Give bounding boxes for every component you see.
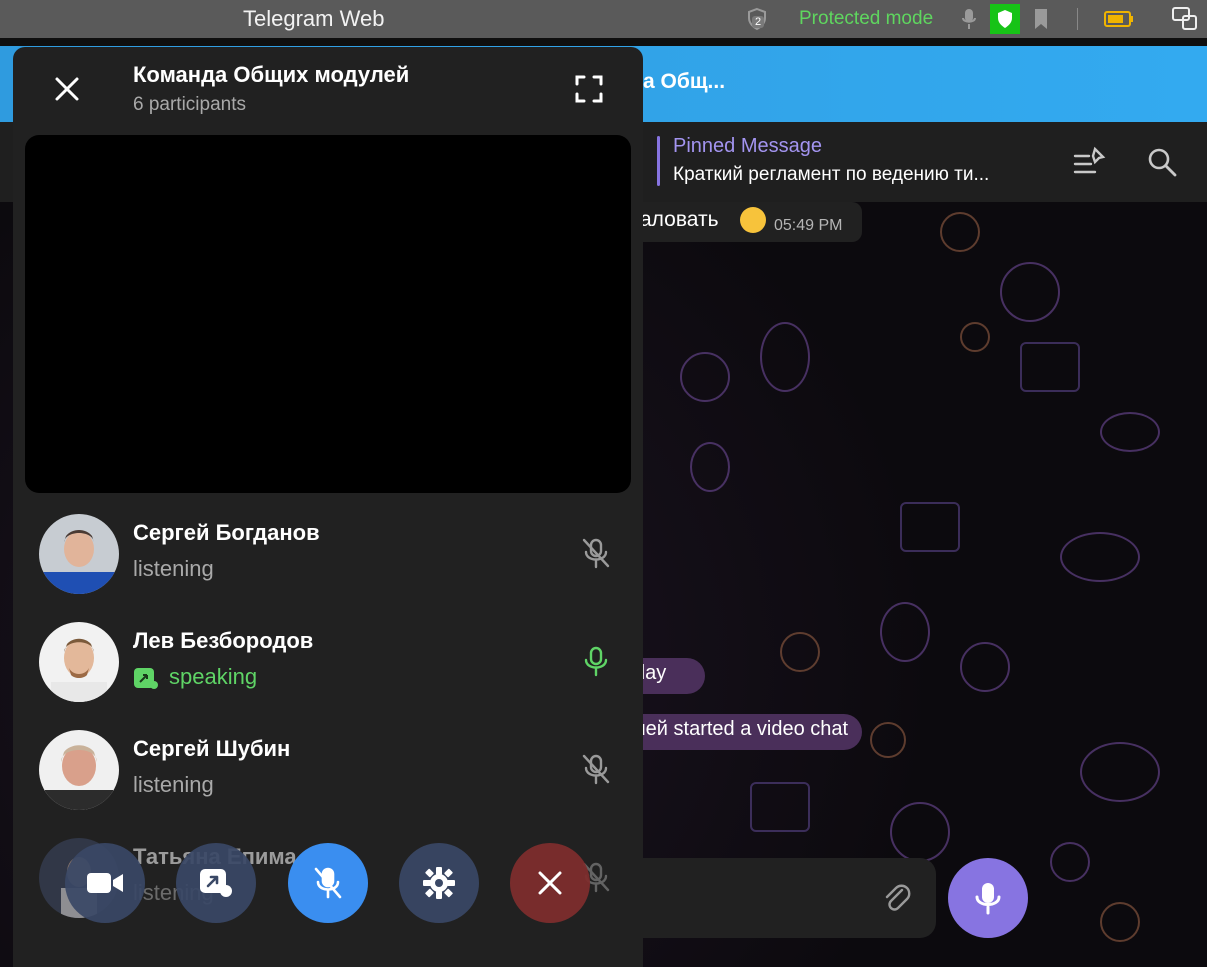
mute-button[interactable] [288, 843, 368, 923]
toolbar-divider [1077, 8, 1078, 30]
protected-mode-label[interactable]: Protected mode [799, 8, 933, 30]
participant-status: speaking [169, 664, 258, 689]
wallpaper-doodle [1020, 342, 1080, 392]
smile-emoji-icon [740, 207, 766, 233]
wallpaper-doodle [890, 802, 950, 862]
record-voice-button[interactable] [948, 858, 1028, 938]
group-call-panel: Команда Общих модулей 6 participants Сер… [13, 47, 643, 967]
participant-row[interactable]: Сергей Шубин listening [13, 716, 643, 820]
app-menu-icon[interactable] [1170, 4, 1200, 34]
wallpaper-doodle [1100, 412, 1160, 452]
screen-share-icon [200, 869, 232, 897]
pinned-text: Краткий регламент по ведению ти... [673, 164, 990, 185]
message-bubble[interactable]: аловать 05:49 PM [620, 202, 862, 242]
extension-badge: 2 [752, 16, 765, 28]
search-icon[interactable] [1144, 144, 1180, 180]
wallpaper-doodle [750, 782, 810, 832]
video-camera-icon [87, 873, 123, 893]
mic-off-icon [314, 867, 342, 899]
message-time: 05:49 PM [774, 217, 843, 234]
screen: Telegram Web 2 Protected mode а Общ... P… [0, 0, 1207, 967]
wallpaper-doodle [900, 502, 960, 552]
window-title: Telegram Web [243, 6, 385, 31]
wallpaper-doodle [690, 442, 730, 492]
leave-call-button[interactable] [510, 843, 590, 923]
wallpaper-doodle [1100, 902, 1140, 942]
participant-name: Сергей Богданов [133, 520, 320, 545]
attach-icon[interactable] [878, 880, 914, 916]
participant-status: listening [133, 772, 214, 797]
wallpaper-doodle [960, 642, 1010, 692]
bookmark-icon[interactable] [1026, 4, 1056, 34]
wallpaper-doodle [960, 322, 990, 352]
chat-name[interactable]: а Общ... [643, 70, 725, 94]
wallpaper-doodle [1000, 262, 1060, 322]
video-toggle-button[interactable] [65, 843, 145, 923]
mic-indicator-icon[interactable] [954, 4, 984, 34]
pinned-indicator [657, 136, 660, 186]
avatar [39, 514, 119, 594]
os-titlebar: Telegram Web 2 Protected mode [0, 0, 1207, 38]
fullscreen-icon[interactable] [571, 71, 607, 107]
gear-icon [423, 867, 455, 899]
pinned-list-icon[interactable] [1071, 144, 1107, 180]
battery-icon[interactable] [1104, 4, 1134, 34]
wallpaper-doodle [1080, 742, 1160, 802]
screen-share-button[interactable] [176, 843, 256, 923]
participant-row[interactable]: Лев Безбородов speaking [13, 608, 643, 712]
wallpaper-doodle [1050, 842, 1090, 882]
close-icon[interactable] [49, 71, 85, 107]
participant-name: Лев Безбородов [133, 628, 314, 653]
avatar [39, 730, 119, 810]
mic-active-icon[interactable] [579, 644, 613, 678]
message-text: аловать [640, 208, 719, 231]
green-shield-icon[interactable] [990, 4, 1020, 34]
wallpaper-doodle [870, 722, 906, 758]
wallpaper-doodle [940, 212, 980, 252]
wallpaper-doodle [760, 322, 810, 392]
participant-row[interactable]: Сергей Богданов listening [13, 500, 643, 604]
service-message: лей started a video chat [620, 714, 863, 750]
speaking-icon [133, 666, 159, 690]
video-stage[interactable] [25, 135, 631, 493]
participant-status: listening [133, 556, 214, 581]
call-title: Команда Общих модулей [133, 62, 410, 87]
avatar [39, 622, 119, 702]
wallpaper-doodle [880, 602, 930, 662]
wallpaper-doodle [780, 632, 820, 672]
settings-button[interactable] [399, 843, 479, 923]
pinned-title: Pinned Message [673, 135, 822, 157]
wallpaper-doodle [680, 352, 730, 402]
microphone-icon [975, 883, 1001, 915]
mic-muted-icon[interactable] [579, 752, 613, 786]
participant-name: Сергей Шубин [133, 736, 291, 761]
call-controls [13, 843, 643, 927]
message-composer[interactable] [620, 858, 936, 938]
mic-muted-icon[interactable] [579, 536, 613, 570]
wallpaper-doodle [1060, 532, 1140, 582]
participants-count: 6 participants [133, 94, 247, 115]
close-icon [538, 871, 562, 895]
